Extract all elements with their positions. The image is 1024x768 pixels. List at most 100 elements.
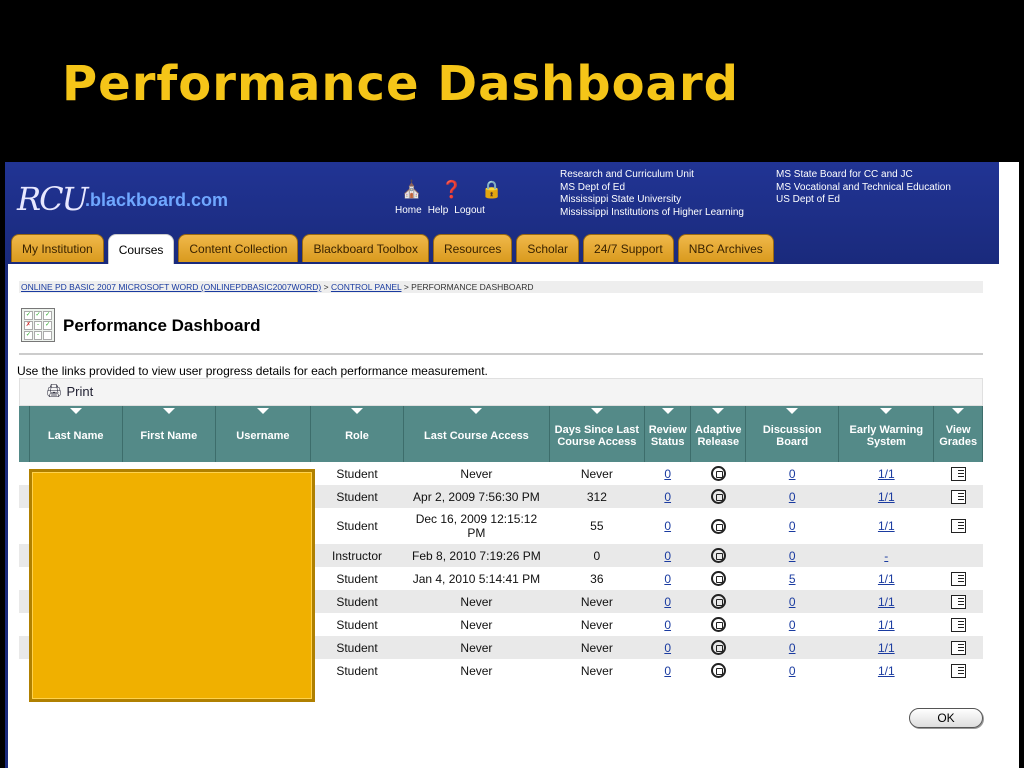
cell-early-warning-link[interactable]: 1/1	[878, 618, 895, 632]
view-grades-icon[interactable]	[950, 466, 966, 481]
view-grades-icon[interactable]	[950, 489, 966, 504]
sort-arrow-icon[interactable]	[952, 408, 965, 414]
cell-early-warning-link[interactable]: 1/1	[878, 664, 895, 678]
blackboard-logo[interactable]: .blackboard.com	[85, 190, 228, 211]
adaptive-release-icon[interactable]	[710, 663, 726, 679]
view-grades-icon[interactable]	[950, 617, 966, 632]
breadcrumb-control-panel-link[interactable]: CONTROL PANEL	[331, 282, 402, 292]
cell-discussion-board-link[interactable]: 0	[789, 549, 796, 563]
row-spacer	[19, 462, 29, 485]
cell-review-status-link[interactable]: 0	[664, 664, 671, 678]
sort-arrow-icon[interactable]	[256, 408, 269, 414]
ok-button[interactable]: OK	[909, 708, 983, 728]
adaptive-release-icon[interactable]	[710, 640, 726, 656]
breadcrumb-course-link[interactable]: ONLINE PD BASIC 2007 MICROSOFT WORD (ONL…	[21, 282, 321, 292]
cell-early-warning-link[interactable]: 1/1	[878, 641, 895, 655]
breadcrumb-current: PERFORMANCE DASHBOARD	[411, 282, 534, 292]
adaptive-release-icon[interactable]	[710, 617, 726, 633]
tab-nbc-archives[interactable]: NBC Archives	[677, 234, 774, 262]
cell-last-access: Jan 4, 2010 5:14:41 PM	[412, 571, 541, 586]
sort-arrow-icon[interactable]	[162, 408, 175, 414]
cell-review-status: 0	[644, 544, 691, 567]
sort-arrow-icon[interactable]	[69, 408, 82, 414]
cell-review-status-link[interactable]: 0	[664, 519, 671, 533]
cell-review-status-link[interactable]: 0	[664, 467, 671, 481]
cell-review-status: 0	[644, 462, 691, 485]
column-header-early-warning-system[interactable]: Early Warning System	[838, 406, 935, 462]
row-spacer	[19, 485, 30, 508]
help-icon[interactable]: ❓	[437, 180, 467, 200]
cell-discussion-board-link[interactable]: 5	[789, 572, 796, 586]
cell-discussion-board-link[interactable]: 0	[789, 595, 796, 609]
blackboard-header: RCU .blackboard.com ⛪ ❓ 🔒 Home Help Logo…	[5, 162, 1019, 264]
partner-line: MS State Board for CC and JC	[776, 169, 913, 180]
column-header-view-grades[interactable]: View Grades	[933, 406, 983, 462]
cell-discussion-board: 0	[746, 462, 839, 485]
tab-blackboard-toolbox[interactable]: Blackboard Toolbox	[302, 234, 429, 262]
sort-arrow-icon[interactable]	[786, 408, 799, 414]
cell-discussion-board-link[interactable]: 0	[789, 519, 796, 533]
sort-arrow-icon[interactable]	[470, 408, 483, 414]
tab-content-collection[interactable]: Content Collection	[178, 234, 299, 262]
adaptive-release-icon[interactable]	[710, 518, 726, 534]
dashboard-icon: ✓ ✓ ✓ ✗ - ✓ ✓ -	[21, 308, 55, 342]
print-button[interactable]: 🖨 Print	[46, 383, 93, 399]
view-grades-icon[interactable]	[950, 640, 966, 655]
cell-discussion-board-link[interactable]: 0	[789, 490, 796, 504]
tab-scholar[interactable]: Scholar	[516, 234, 580, 262]
sort-arrow-icon[interactable]	[351, 408, 363, 414]
cell-early-warning-link[interactable]: 1/1	[878, 595, 895, 609]
cell-review-status-link[interactable]: 0	[664, 641, 671, 655]
column-header-last-name[interactable]: Last Name	[29, 406, 123, 462]
tab-24-7-support[interactable]: 24/7 Support	[583, 234, 674, 262]
cell-discussion-board-link[interactable]: 0	[789, 618, 796, 632]
cell-review-status-link[interactable]: 0	[664, 618, 671, 632]
cell-discussion-board-link[interactable]: 0	[789, 664, 796, 678]
help-link[interactable]: Help	[428, 205, 449, 216]
sort-arrow-icon[interactable]	[661, 408, 674, 414]
column-header-last-course-access[interactable]: Last Course Access	[403, 406, 550, 462]
cell-early-warning-link[interactable]: -	[884, 549, 888, 563]
cell-view-grades	[934, 462, 983, 485]
column-header-role[interactable]: Role	[310, 406, 405, 462]
cell-early-warning-link[interactable]: 1/1	[878, 490, 895, 504]
tab-courses[interactable]: Courses	[107, 234, 175, 264]
view-grades-icon[interactable]	[950, 663, 966, 678]
cell-early-warning-link[interactable]: 1/1	[878, 572, 895, 586]
cell-discussion-board-link[interactable]: 0	[789, 641, 796, 655]
cell-early-warning-link[interactable]: 1/1	[878, 519, 895, 533]
cell-role: Student	[310, 485, 404, 508]
view-grades-icon[interactable]	[950, 594, 966, 609]
column-header-days-since-last-course-access[interactable]: Days Since Last Course Access	[549, 406, 645, 462]
sort-arrow-icon[interactable]	[880, 408, 893, 414]
lock-icon[interactable]: 🔒	[477, 180, 507, 200]
column-header-adaptive-release[interactable]: Adaptive Release	[690, 406, 747, 462]
cell-review-status-link[interactable]: 0	[664, 490, 671, 504]
cell-last-access: Never	[403, 590, 550, 613]
logout-link[interactable]: Logout	[454, 205, 485, 216]
adaptive-release-icon[interactable]	[710, 466, 726, 482]
tab-resources[interactable]: Resources	[432, 234, 513, 262]
cell-review-status-link[interactable]: 0	[664, 572, 671, 586]
cell-early-warning-link[interactable]: 1/1	[878, 467, 895, 481]
adaptive-release-icon[interactable]	[710, 571, 726, 587]
column-header-first-name[interactable]: First Name	[122, 406, 216, 462]
cell-review-status-link[interactable]: 0	[664, 595, 671, 609]
adaptive-release-icon[interactable]	[710, 548, 726, 564]
cell-review-status-link[interactable]: 0	[664, 549, 671, 563]
sort-arrow-icon[interactable]	[590, 408, 603, 414]
sort-arrow-icon[interactable]	[712, 408, 725, 414]
tab-my-institution[interactable]: My Institution	[11, 234, 104, 262]
column-header-review-status[interactable]: Review Status	[644, 406, 692, 462]
column-header-username[interactable]: Username	[215, 406, 311, 462]
adaptive-release-icon[interactable]	[710, 489, 726, 505]
adaptive-release-icon[interactable]	[710, 594, 726, 610]
view-grades-icon[interactable]	[950, 571, 966, 586]
view-grades-icon[interactable]	[950, 519, 966, 534]
partner-line: Mississippi Institutions of Higher Learn…	[560, 206, 744, 218]
cell-discussion-board-link[interactable]: 0	[789, 467, 796, 481]
home-link[interactable]: Home	[395, 205, 422, 216]
column-header-discussion-board[interactable]: Discussion Board	[745, 406, 840, 462]
rcu-logo[interactable]: RCU	[17, 180, 89, 218]
home-icon[interactable]: ⛪	[397, 180, 427, 200]
